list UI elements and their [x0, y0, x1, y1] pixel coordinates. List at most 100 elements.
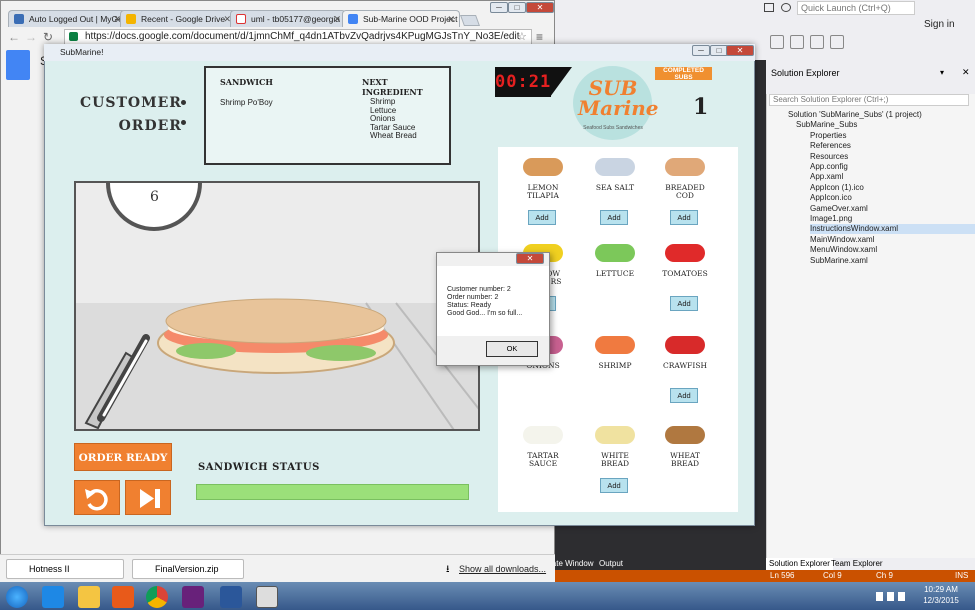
solution-tree-item[interactable]: App.xaml — [810, 172, 975, 182]
back-icon[interactable]: ← — [8, 30, 20, 44]
toolbar-icon[interactable] — [770, 35, 784, 49]
sandwich-scene: 6 — [74, 181, 480, 431]
next-ingredient-header: NEXT INGREDIENT — [362, 77, 423, 97]
sandwich-status-label: SANDWICH STATUS — [198, 462, 320, 473]
google-docs-icon[interactable] — [6, 50, 30, 80]
solution-tree-item[interactable]: Properties — [810, 131, 975, 141]
order-ready-button[interactable]: ORDER READY — [74, 443, 172, 471]
word-icon[interactable] — [220, 586, 242, 608]
menu-icon[interactable]: ≡ — [536, 30, 543, 44]
solution-tree-item[interactable]: App.config — [810, 162, 975, 172]
close-button[interactable]: ✕ — [726, 45, 754, 56]
skip-button[interactable] — [125, 480, 171, 515]
solution-tree-item[interactable]: InstructionsWindow.xaml — [810, 224, 975, 235]
ingredient-card: TARTAR SAUCE — [514, 418, 572, 494]
add-ingredient-button[interactable]: Add — [670, 388, 698, 403]
undo-button[interactable] — [74, 480, 120, 515]
network-icon[interactable] — [887, 592, 894, 601]
download-bar: Hotness II Revenge....docx FinalVersion.… — [0, 554, 555, 592]
maximize-button[interactable]: □ — [508, 2, 526, 13]
pin-icon[interactable]: ▾ — [940, 68, 948, 77]
quick-launch-input[interactable]: Quick Launch (Ctrl+Q) — [797, 1, 915, 15]
undo-icon — [85, 489, 108, 511]
sandwich — [157, 298, 395, 374]
add-ingredient-button[interactable]: Add — [528, 210, 556, 225]
close-icon[interactable]: ✕ — [447, 11, 455, 27]
customer-label: CUSTOMER — [80, 95, 182, 111]
toolbar-icon[interactable] — [830, 35, 844, 49]
add-ingredient-button[interactable]: Add — [600, 478, 628, 493]
sign-in-link[interactable]: Sign in — [924, 19, 955, 30]
tab-output[interactable]: Output — [599, 558, 623, 570]
feedback-icon[interactable] — [781, 3, 791, 12]
visual-studio-icon[interactable] — [182, 586, 204, 608]
add-ingredient-button[interactable]: Add — [670, 296, 698, 311]
dialog-close-button[interactable]: ✕ — [516, 253, 544, 264]
solution-tree-item[interactable]: GameOver.xaml — [810, 204, 975, 214]
solution-explorer-search[interactable]: Search Solution Explorer (Ctrl+;) — [769, 94, 969, 106]
status-ch: Ch 9 — [876, 571, 893, 580]
solution-explorer-tabs: Solution Explorer Team Explorer — [766, 558, 975, 570]
toolbar-icon[interactable] — [810, 35, 824, 49]
ingredient-label: WHEAT BREAD — [670, 451, 700, 468]
tab-google-drive[interactable]: Recent - Google Drive ✕ — [120, 10, 236, 27]
solution-tree-item[interactable]: Solution 'SubMarine_Subs' (1 project) — [788, 110, 975, 120]
reload-icon[interactable]: ↻ — [43, 30, 53, 44]
tab-immediate-window[interactable]: iate Window — [550, 558, 594, 570]
solution-tree-item[interactable]: Resources — [810, 152, 975, 162]
status-line: Ln 596 — [770, 571, 795, 580]
system-clock[interactable]: 10:29 AM 12/3/2015 — [916, 584, 966, 606]
chrome-icon[interactable] — [146, 586, 168, 608]
internet-explorer-icon[interactable] — [42, 586, 64, 608]
solution-tree-item[interactable]: Image1.png — [810, 214, 975, 224]
tab-label: Recent - Google Drive — [141, 14, 226, 24]
solution-explorer-toolbar — [766, 80, 975, 94]
show-all-downloads-link[interactable]: Show all downloads... — [459, 564, 546, 574]
media-player-icon[interactable] — [112, 586, 134, 608]
close-icon[interactable]: ✕ — [962, 67, 970, 78]
flag-icon[interactable] — [876, 592, 883, 601]
ingredient-image-icon — [665, 244, 705, 262]
ok-button[interactable]: OK — [486, 341, 538, 357]
order-label: ORDER — [118, 118, 182, 134]
ingredient-card: LETTUCE — [586, 236, 644, 312]
submarine-app-icon[interactable] — [256, 586, 278, 608]
add-ingredient-button[interactable]: Add — [600, 210, 628, 225]
minimize-button[interactable]: ─ — [490, 2, 508, 13]
dialog-line: Good God... I'm so full... — [447, 310, 523, 317]
solution-tree-item[interactable]: AppIcon.ico — [810, 193, 975, 203]
ingredient-label: CRAWFISH — [662, 361, 708, 370]
solution-tree-item[interactable]: MenuWindow.xaml — [810, 245, 975, 255]
clock-date: 12/3/2015 — [923, 596, 959, 605]
tab-auto-logged-out[interactable]: Auto Logged Out | MyGe ✕ — [8, 10, 126, 27]
notification-icon[interactable] — [764, 3, 774, 12]
ingredient-image-icon — [665, 426, 705, 444]
solution-tree-item[interactable]: SubMarine_Subs — [796, 120, 975, 130]
tab-solution-explorer[interactable]: Solution Explorer — [766, 558, 833, 570]
ingredient-label: LETTUCE — [595, 269, 635, 278]
solution-tree-item[interactable]: References — [810, 141, 975, 151]
close-icon[interactable]: ✕ — [333, 11, 341, 27]
tab-gmail[interactable]: uml - tb05177@georgia ✕ — [230, 10, 346, 27]
download-item[interactable]: Hotness II Revenge....docx — [6, 559, 124, 592]
close-button[interactable]: ✕ — [526, 2, 554, 13]
solution-tree-item[interactable]: SubMarine.xaml — [810, 256, 975, 266]
download-item[interactable]: FinalVersion.zip — [132, 559, 244, 579]
add-ingredient-button[interactable]: Add — [670, 210, 698, 225]
minimize-button[interactable]: ─ — [692, 45, 710, 56]
start-button[interactable] — [6, 586, 28, 608]
volume-icon[interactable] — [898, 592, 905, 601]
solution-tree-item[interactable]: MainWindow.xaml — [810, 235, 975, 245]
vs-status-bar: Ln 596 Col 9 Ch 9 INS — [548, 570, 975, 582]
star-icon[interactable]: ☆ — [517, 30, 527, 43]
solution-tree-item[interactable]: AppIcon (1).ico — [810, 183, 975, 193]
address-bar[interactable]: https://docs.google.com/document/d/1jmnC… — [64, 29, 532, 45]
file-explorer-icon[interactable] — [78, 586, 100, 608]
ingredient-label: BREADED COD — [665, 183, 705, 200]
dialog-message: Customer number: 2 Order number: 2 Statu… — [437, 266, 549, 336]
tab-submarine-project[interactable]: Sub-Marine OOD Project ✕ — [342, 10, 460, 27]
tab-team-explorer[interactable]: Team Explorer — [828, 558, 886, 570]
forward-icon[interactable]: → — [25, 30, 37, 44]
clock-time: 10:29 AM — [924, 585, 958, 594]
toolbar-icon[interactable] — [790, 35, 804, 49]
